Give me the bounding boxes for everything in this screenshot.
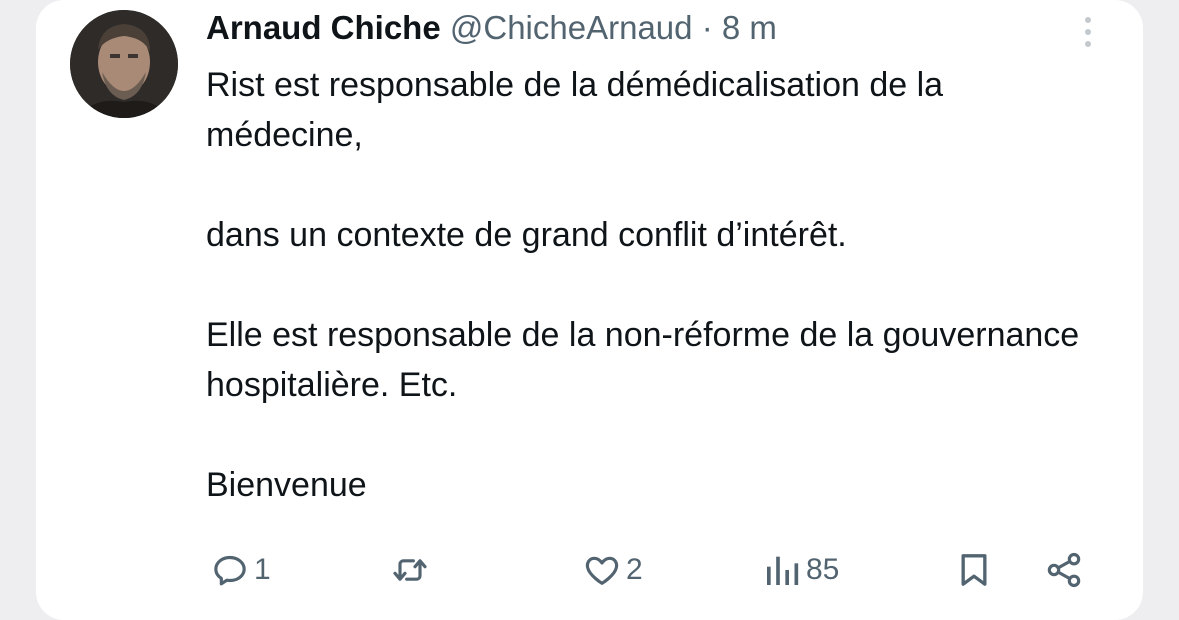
bookmark-icon <box>961 554 987 586</box>
tweet-line: Elle est responsable de la non-réforme d… <box>206 316 1080 404</box>
tweet-header: Arnaud Chiche @ChicheArnaud · 8 m <box>206 6 777 50</box>
retweet-button[interactable] <box>390 540 434 600</box>
tweet-line: Bienvenue <box>206 466 367 504</box>
author-name[interactable]: Arnaud Chiche <box>206 9 441 46</box>
author-handle[interactable]: @ChicheArnaud <box>450 9 693 46</box>
header-separator: · <box>701 9 713 46</box>
reply-icon <box>214 555 246 586</box>
share-icon <box>1047 552 1081 588</box>
views-icon <box>767 556 799 585</box>
more-vertical-icon <box>1085 17 1091 47</box>
like-button[interactable]: 2 <box>582 540 643 600</box>
views-button[interactable]: 85 <box>762 540 839 600</box>
tweet-timestamp[interactable]: 8 m <box>722 9 777 46</box>
reply-count: 1 <box>254 553 271 586</box>
author-avatar[interactable] <box>70 10 178 118</box>
views-count: 85 <box>806 553 840 586</box>
reply-button[interactable]: 1 <box>210 540 271 600</box>
share-button[interactable] <box>1044 540 1084 600</box>
bookmark-button[interactable] <box>954 540 994 600</box>
tweet-line: dans un contexte de grand conflit d’inté… <box>206 216 847 254</box>
tweet-text: Rist est responsable de la démédicalisat… <box>206 60 1106 510</box>
heart-icon <box>585 556 619 585</box>
tweet-line: Rist est responsable de la démédicalisat… <box>206 66 944 154</box>
retweet-icon <box>393 559 427 581</box>
like-count: 2 <box>626 553 643 586</box>
more-options-button[interactable] <box>1078 12 1098 52</box>
tweet-actions: 1 2 85 <box>206 540 1096 600</box>
